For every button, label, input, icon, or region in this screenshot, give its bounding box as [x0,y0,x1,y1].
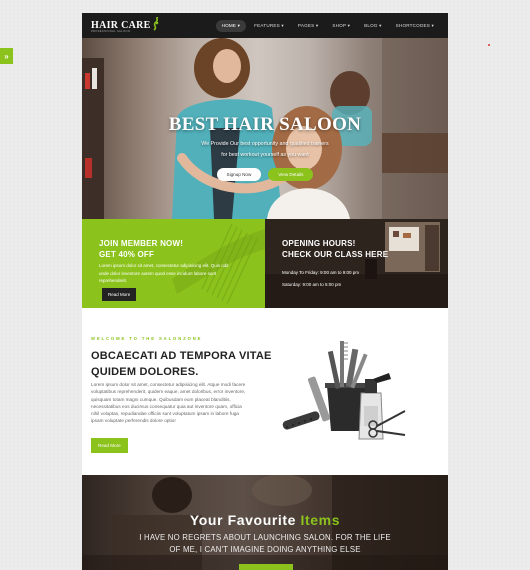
favourite-action-bar[interactable] [239,564,293,570]
welcome-text-line: quisquam totam magni cumque. Quibusdam e… [91,396,231,402]
top-navigation: HAIR CARE PROFESSIONAL SALOON HOME ▾ FEA… [82,13,448,38]
promo-join-title-line1: JOIN MEMBER NOW! [99,239,184,248]
welcome-paragraph: Lorem ipsum dolor sit amet, consectetur … [91,381,281,425]
signup-button[interactable]: Signup Now [216,168,262,181]
hero-buttons: Signup Now View Details [82,168,448,181]
promo-opening-hours: OPENING HOURS! CHECK OUR CLASS HERE Mond… [265,219,448,308]
hours-saturday: Saturday: 9:00 am to 5:00 pm [282,282,342,287]
hero-subtitle-line1: We Provide Our best opportunity and qual… [201,141,329,147]
hours-weekday: Monday To Friday: 9:00 am to 9:00 pm [282,270,359,275]
promo-read-more-button[interactable]: Read More [102,288,137,301]
promo-hours-title-line1: OPENING HOURS! [282,239,356,248]
side-toggle-tab[interactable]: » [0,48,13,64]
welcome-text-line: ipsam voluptate perferendis dolore optio… [91,418,176,424]
hero-title: BEST HAIR SALOON [168,114,362,135]
promo-join-member: JOIN MEMBER NOW! GET 40% OFF Lorem ipsum… [82,219,265,308]
welcome-title-line1: OBCAECATI AD TEMPORA VITAE [91,350,272,362]
hair-swirl-icon [153,17,159,31]
favourite-title: Your Favourite Items [82,512,448,528]
welcome-kicker: WELCOME TO THE SALONZONE [91,336,203,341]
promo-hours-title-line2: CHECK OUR CLASS HERE [282,250,389,259]
favourite-title-accent: Items [300,512,341,528]
welcome-text-line: Lorem ipsum dolor sit amet, consectetur … [91,382,246,387]
welcome-text-line: voluptatibus reprehenderit, quidem eaque… [91,389,246,395]
promo-join-text-line1: Lorem ipsum dolor sit amet, consectetur … [99,263,229,268]
welcome-text-line: necessitatibus eos ducimus consequatur q… [91,403,242,409]
salon-tools-illustration [282,341,406,440]
page-container: HAIR CARE PROFESSIONAL SALOON HOME ▾ FEA… [82,13,448,570]
menu-item-features[interactable]: FEATURES ▾ [248,20,290,32]
menu-item-shop[interactable]: SHOP ▾ [326,20,356,32]
side-toggle-label: » [4,51,9,61]
welcome-title: OBCAECATI AD TEMPORA VITAE QUIDEM DOLORE… [91,349,281,381]
view-details-button[interactable]: View Details [268,168,314,181]
promo-join-text-line2: unde dolor inventore autem quod esse inc… [99,270,217,276]
decorative-dot [488,44,490,46]
welcome-title-line2: QUIDEM DOLORES. [91,365,199,378]
site-logo[interactable]: HAIR CARE PROFESSIONAL SALOON [91,13,160,38]
welcome-text-line: nihil voluptas, repudiandae officiis sun… [91,411,239,417]
hero-subtitle-line2: for best workout yourself as you want [221,152,309,158]
favourite-text-line2: OF ME, I CAN'T IMAGINE DOING ANYTHING EL… [169,545,361,554]
menu-item-shortcodes[interactable]: SHORTCODES ▾ [390,20,440,32]
main-menu: HOME ▾ FEATURES ▾ PAGES ▾ SHOP ▾ BLOG ▾ … [215,13,440,38]
promo-join-text-line3: reprehenderit. [99,278,128,283]
menu-item-pages[interactable]: PAGES ▾ [292,20,324,32]
welcome-read-more-button[interactable]: Read More [91,438,128,453]
favourite-text-line1: I HAVE NO REGRETS ABOUT LAUNCHING SALON.… [139,533,391,542]
salon-interior-image [265,219,448,308]
menu-item-home[interactable]: HOME ▾ [215,19,247,32]
promo-join-title-line2: GET 40% OFF [99,250,155,259]
favourite-items-banner: Your Favourite Items I HAVE NO REGRETS A… [82,475,448,570]
hero-banner: BEST HAIR SALOON We Provide Our best opp… [82,38,448,219]
favourite-title-main: Your Favourite [189,512,297,528]
menu-item-blog[interactable]: BLOG ▾ [358,20,388,32]
logo-tagline: PROFESSIONAL SALOON [91,30,131,33]
